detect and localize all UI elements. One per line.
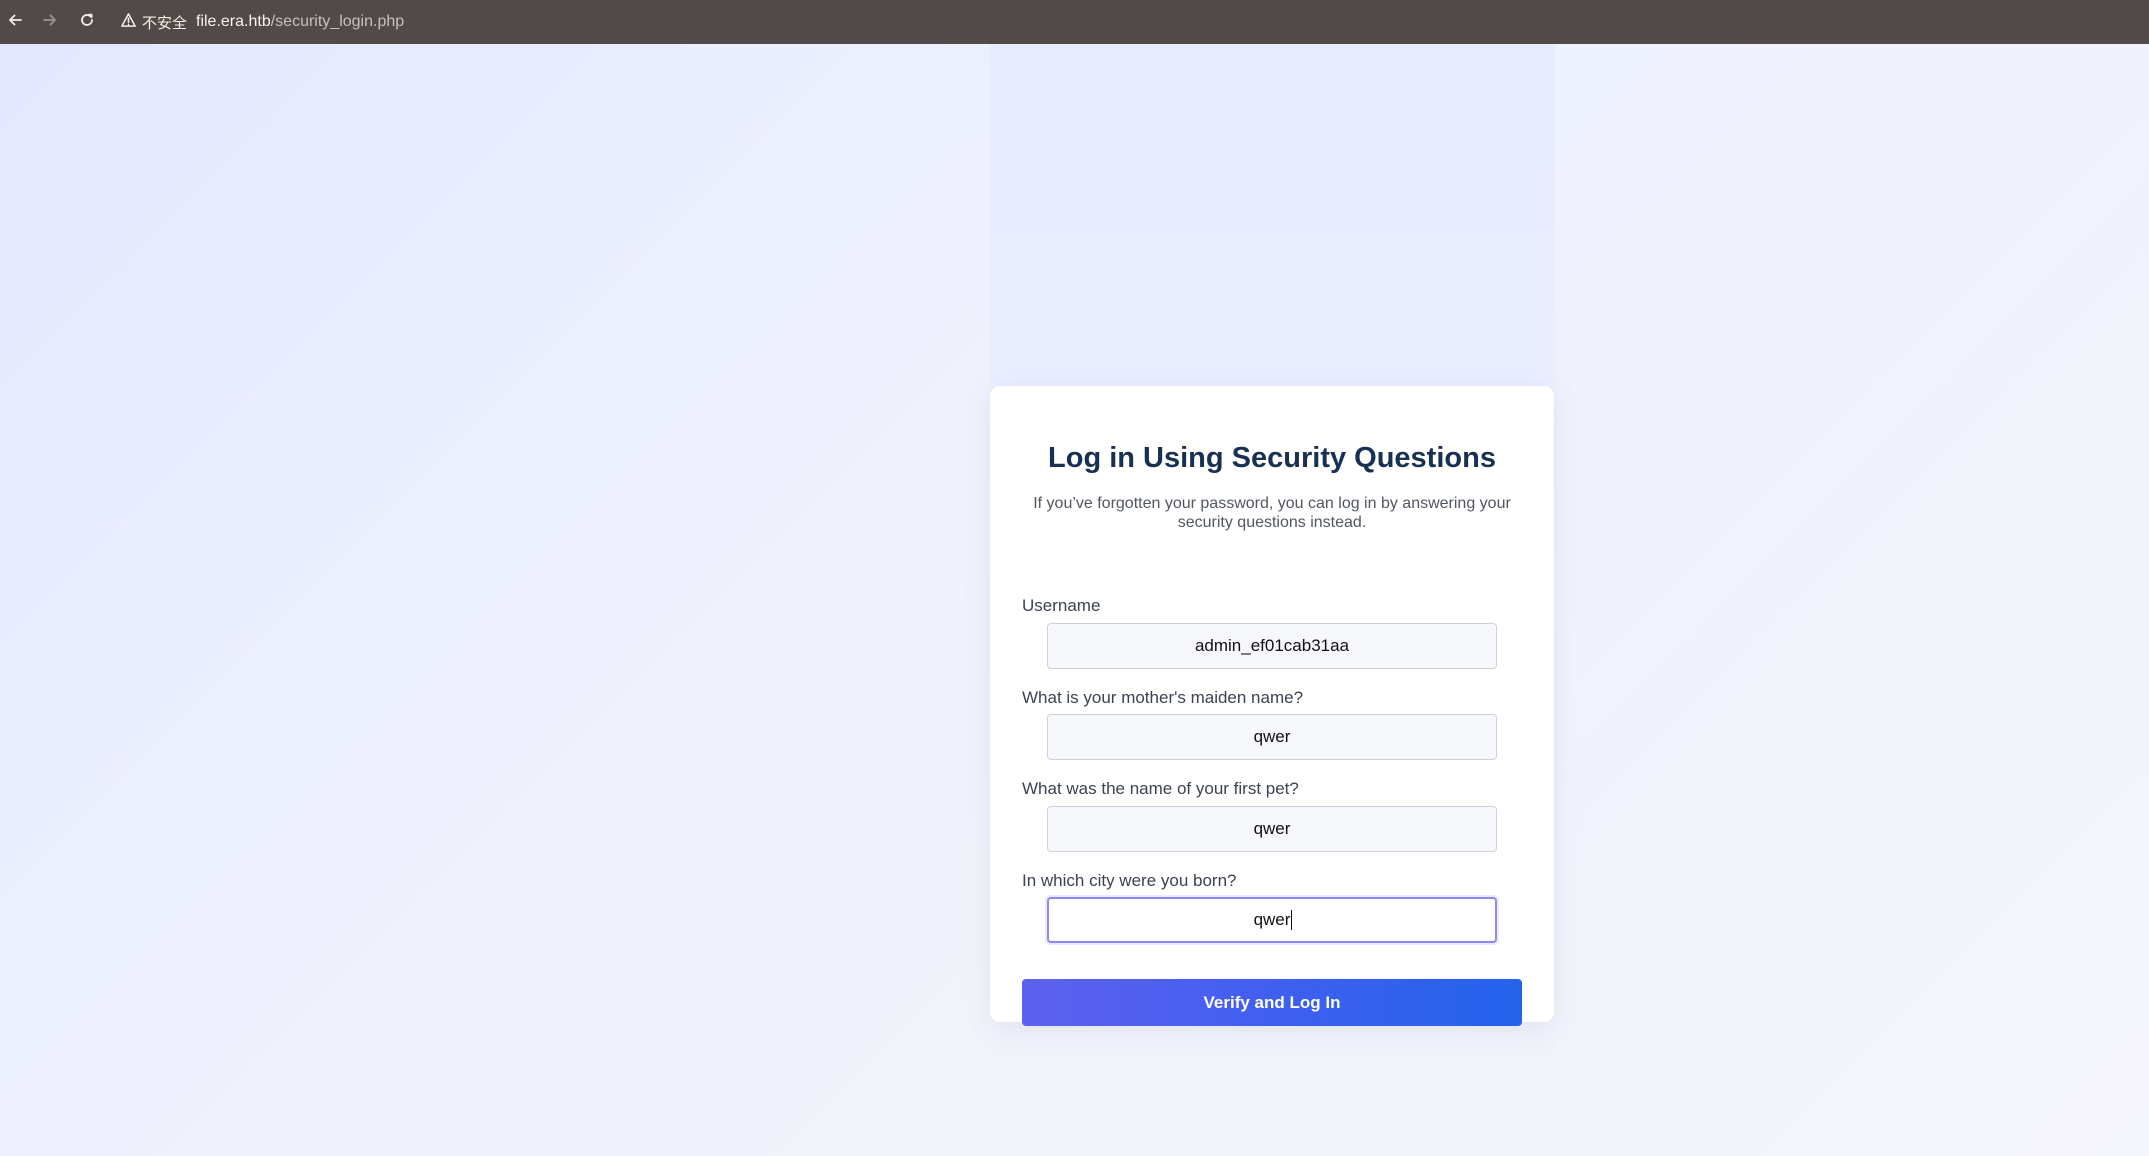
background-right-panel [1555, 44, 2149, 1156]
back-button[interactable] [0, 7, 30, 37]
background-left-panel [0, 44, 990, 1156]
birth-city-input[interactable] [1047, 897, 1497, 943]
warning-triangle-icon [120, 12, 137, 33]
text-cursor [1291, 910, 1292, 930]
first-pet-input[interactable] [1047, 806, 1497, 852]
birth-city-label: In which city were you born? [1022, 871, 1237, 890]
address-bar[interactable]: file.era.htb/security_login.php [196, 10, 404, 34]
security-indicator[interactable]: 不安全 [120, 8, 187, 36]
arrow-left-icon [7, 12, 23, 33]
browser-toolbar: 不安全 file.era.htb/security_login.php [0, 0, 2149, 44]
page-subtitle: If you’ve forgotten your password, you c… [1033, 495, 1511, 531]
security-login-card: Log in Using Security Questions If you’v… [990, 386, 1554, 1026]
refresh-icon [79, 12, 95, 33]
page-title: Log in Using Security Questions [1048, 442, 1496, 474]
security-label: 不安全 [142, 14, 188, 32]
url-host: file.era.htb [196, 13, 271, 30]
verify-and-login-button[interactable]: Verify and Log In [1022, 979, 1522, 1026]
mother-maiden-name-input[interactable] [1047, 714, 1497, 760]
page-viewport: Log in Using Security Questions If you’v… [0, 44, 2149, 1156]
reload-button[interactable] [72, 7, 102, 37]
username-input[interactable] [1047, 623, 1497, 669]
first-pet-label: What was the name of your first pet? [1022, 779, 1299, 798]
forward-button[interactable] [35, 7, 65, 37]
url-path: /security_login.php [270, 13, 405, 30]
arrow-right-icon [42, 12, 58, 33]
mother-maiden-name-label: What is your mother's maiden name? [1022, 688, 1304, 707]
username-label: Username [1022, 596, 1101, 615]
